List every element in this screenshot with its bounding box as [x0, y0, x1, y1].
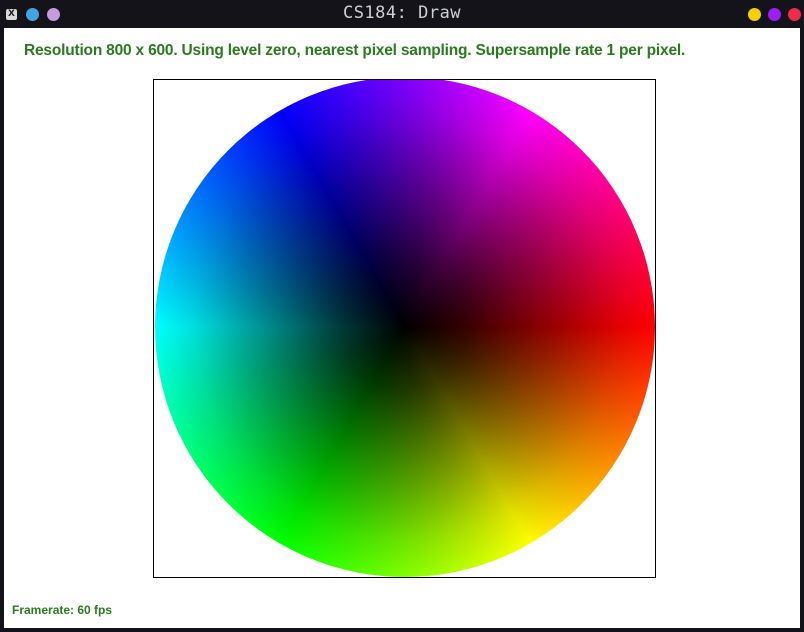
window-title: CS184: Draw	[342, 3, 462, 23]
color-wheel	[155, 80, 655, 577]
draw-viewport[interactable]: Resolution 800 x 600. Using level zero, …	[4, 28, 800, 628]
minimize-button[interactable]	[748, 8, 761, 21]
canvas-frame[interactable]	[153, 79, 656, 578]
app-window: X CS184: Draw Resolution 800 x 600. Usin…	[0, 0, 804, 632]
status-text: Resolution 800 x 600. Using level zero, …	[24, 42, 686, 59]
title-bar[interactable]: X CS184: Draw	[0, 0, 804, 28]
close-button[interactable]	[788, 8, 801, 21]
maximize-button[interactable]	[768, 8, 781, 21]
framerate-text: Framerate: 60 fps	[12, 603, 113, 617]
